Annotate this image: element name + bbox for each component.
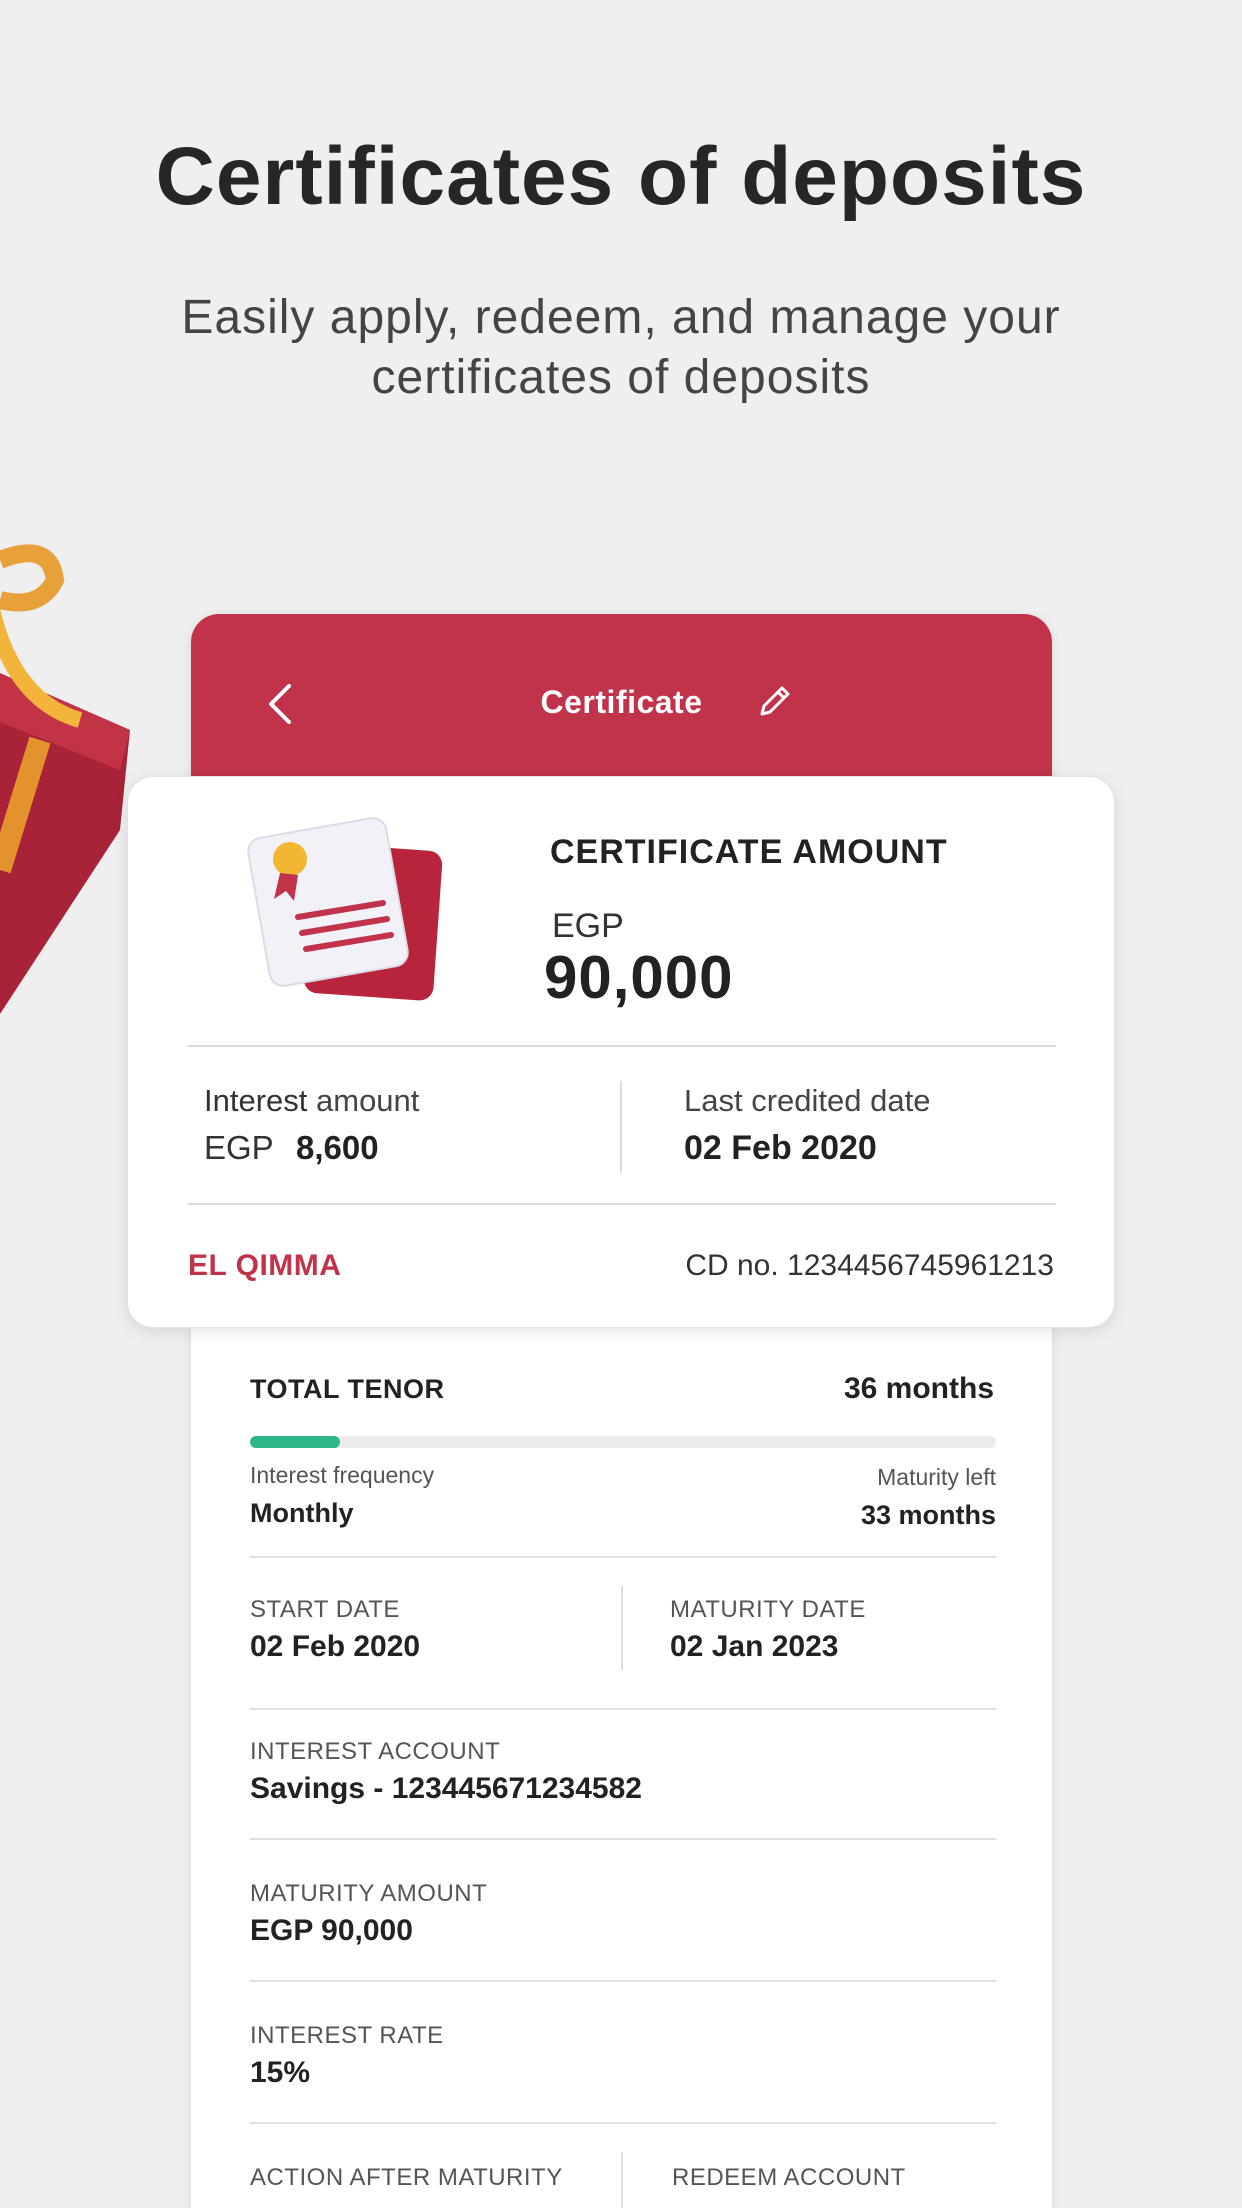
maturity-left-label: Maturity left — [877, 1464, 996, 1490]
tenor-progress-bar — [250, 1436, 996, 1448]
certificate-card: CERTIFICATE AMOUNT EGP 90,000 Interest a… — [127, 776, 1115, 1328]
product-name: EL QIMMA — [188, 1249, 342, 1282]
total-tenor-label: TOTAL TENOR — [250, 1374, 445, 1404]
page-title: Certificate — [540, 684, 703, 720]
total-tenor-value: 36 months — [843, 1372, 994, 1405]
interest-account-value: Savings - 123445671234582 — [250, 1772, 642, 1805]
certificate-amount-value: 90,000 — [544, 944, 734, 1011]
start-date-value: 02 Feb 2020 — [250, 1630, 421, 1663]
interest-frequency-label: Interest frequency — [250, 1462, 435, 1488]
interest-rate-label: INTEREST RATE — [250, 2022, 444, 2049]
amount-currency: EGP — [552, 907, 624, 945]
interest-account-label: INTEREST ACCOUNT — [250, 1738, 501, 1765]
divider — [250, 1838, 996, 1840]
maturity-amount-value: EGP 90,000 — [250, 1914, 413, 1947]
maturity-date-value: 02 Jan 2023 — [670, 1630, 839, 1663]
hero-subtitle: Easily apply, redeem, and manage your ce… — [181, 291, 1061, 404]
start-date-label: START DATE — [250, 1596, 400, 1623]
interest-rate-value: 15% — [250, 2056, 311, 2089]
tenor-progress-fill — [250, 1436, 340, 1448]
certificate-amount-heading: CERTIFICATE AMOUNT — [550, 833, 948, 871]
app-header: Certificate — [191, 614, 1052, 779]
last-credited-date-label: Last credited date — [684, 1083, 931, 1118]
action-after-maturity-label: ACTION AFTER MATURITY — [250, 2164, 563, 2191]
divider — [250, 1556, 996, 1558]
redeem-account-label: REDEEM ACCOUNT — [672, 2164, 906, 2191]
divider — [250, 1708, 996, 1710]
divider — [250, 1980, 996, 1982]
interest-amount-value: 8,600 — [296, 1129, 379, 1166]
interest-frequency-value: Monthly — [250, 1498, 354, 1528]
pencil-icon[interactable] — [754, 682, 794, 722]
maturity-left-value: 33 months — [860, 1500, 996, 1530]
divider — [188, 1203, 1056, 1205]
last-credited-date-value: 02 Feb 2020 — [684, 1129, 877, 1167]
divider — [188, 1045, 1056, 1047]
interest-currency: EGP — [204, 1129, 274, 1166]
interest-amount-label: Interest amount — [204, 1083, 420, 1118]
certificate-icon — [247, 817, 443, 1001]
cd-number: CD no. 1234456745961213 — [685, 1249, 1054, 1282]
hero-title: Certificates of deposits — [155, 131, 1087, 222]
vertical-divider — [620, 1081, 622, 1173]
maturity-amount-label: MATURITY AMOUNT — [250, 1880, 488, 1907]
maturity-date-label: MATURITY DATE — [670, 1596, 866, 1623]
vertical-divider — [621, 2152, 623, 2208]
divider — [250, 2122, 996, 2124]
vertical-divider — [621, 1586, 623, 1670]
